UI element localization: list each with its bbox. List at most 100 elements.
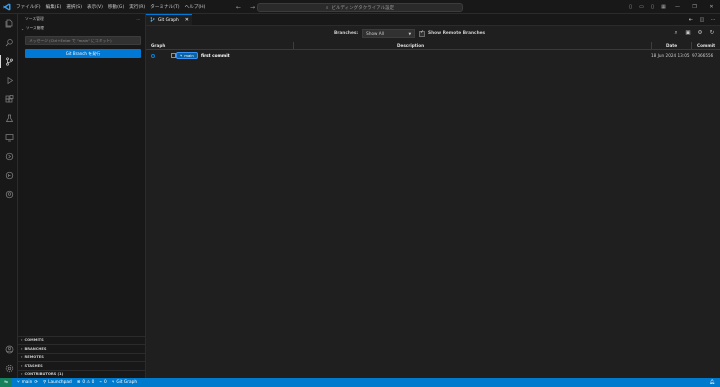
editor-more-icon[interactable]: ···: [709, 17, 717, 23]
activity-bar: [0, 14, 18, 378]
search-activity-icon[interactable]: [0, 33, 18, 52]
chevron-right-icon: ›: [21, 372, 23, 377]
branch-icon: ⑂: [180, 53, 183, 58]
status-git-graph-label: Git Graph: [116, 380, 138, 385]
forward-arrow-icon[interactable]: →: [250, 4, 255, 11]
remote-explorer-icon[interactable]: [0, 128, 18, 147]
commit-hash: 97366556: [692, 53, 714, 58]
menu-go[interactable]: 移動(G): [108, 4, 124, 10]
section-label: REMOTES: [24, 355, 44, 360]
menu-edit[interactable]: 編集(E): [46, 4, 62, 10]
extensions-icon[interactable]: [0, 90, 18, 109]
publish-branch-button[interactable]: Git Branch を発行: [25, 49, 141, 58]
commit-date: 18 Jun 2024 13:05: [651, 53, 690, 58]
commit-message-input[interactable]: メッセージ (Ctrl+Enter で "main" にコミット): [25, 36, 141, 45]
commit-message: first commit: [201, 53, 230, 58]
branches-filter: Branches: Show All ▼: [334, 29, 416, 38]
section-commits[interactable]: › COMMITS: [18, 335, 145, 345]
layout-secondary-icon[interactable]: ▯: [647, 0, 658, 14]
branches-label: Branches:: [334, 31, 359, 36]
section-remotes[interactable]: › REMOTES: [18, 352, 145, 362]
source-control-section-header[interactable]: ⌄ ソース管理: [18, 24, 145, 33]
testing-icon[interactable]: [0, 109, 18, 128]
column-divider[interactable]: [651, 42, 652, 49]
status-launchpad[interactable]: ⚲ Launchpad: [43, 380, 72, 385]
title-bar: ファイル(F) 編集(E) 選択(S) 表示(V) 移動(G) 実行(R) ター…: [0, 0, 720, 14]
search-icon: ⌕: [325, 5, 329, 11]
account-icon[interactable]: [0, 340, 18, 359]
split-editor-icon[interactable]: ◫: [698, 17, 706, 23]
launchpad-icon: ⚲: [42, 380, 47, 385]
commit-row[interactable]: ⑂ main first commit 18 Jun 2024 13:05 97…: [146, 52, 720, 61]
column-commit[interactable]: Commit: [697, 43, 715, 48]
column-divider[interactable]: [691, 42, 692, 49]
search-placeholder: ビルディングタクライアル設定: [331, 5, 395, 11]
open-changes-icon[interactable]: ⇤: [687, 17, 695, 23]
menu-terminal[interactable]: ターミナル(T): [150, 4, 179, 10]
column-divider[interactable]: [293, 42, 294, 49]
section-title: ソース管理: [26, 26, 44, 30]
status-git-graph[interactable]: ⑂ Git Graph: [112, 380, 137, 385]
tab-git-graph[interactable]: Git Graph ✕: [146, 14, 192, 25]
show-remote-branches-toggle[interactable]: ✓ Show Remote Branches: [419, 29, 485, 38]
vscode-logo-icon: [0, 0, 14, 14]
layout-sidebar-icon[interactable]: ▯: [625, 0, 636, 14]
editor-actions: ⇤ ◫ ···: [687, 14, 717, 26]
customize-layout-icon[interactable]: ▦: [658, 0, 669, 14]
command-center-search[interactable]: ⌕ ビルディングタクライアル設定: [257, 3, 463, 12]
github-icon[interactable]: [0, 185, 18, 204]
refresh-icon[interactable]: ↻: [708, 29, 716, 38]
find-icon[interactable]: ⌕: [672, 29, 680, 38]
status-branch[interactable]: ⑂ main ⟳: [17, 380, 38, 385]
chevron-down-icon: ⌄: [21, 26, 25, 31]
checkbox-checked-icon[interactable]: ✓: [419, 30, 425, 37]
remote-indicator-icon[interactable]: ⇋: [0, 378, 12, 387]
section-label: BRANCHES: [24, 346, 47, 351]
close-tab-icon[interactable]: ✕: [185, 17, 189, 23]
column-description[interactable]: Description: [397, 43, 424, 48]
settings-icon[interactable]: ⚙: [696, 29, 704, 38]
notifications-bell-icon[interactable]: 🔔︎: [710, 380, 715, 385]
menu-file[interactable]: ファイル(F): [16, 4, 41, 10]
status-problems[interactable]: ⊗ 0 ⚠ 0: [77, 380, 95, 385]
status-ports-label: 0: [104, 380, 107, 385]
menu-bar: ファイル(F) 編集(E) 選択(S) 表示(V) 移動(G) 実行(R) ター…: [16, 4, 205, 10]
git-graph-icon[interactable]: [0, 166, 18, 185]
terminal-icon[interactable]: ▣: [684, 29, 692, 38]
menu-run[interactable]: 実行(R): [129, 4, 145, 10]
branch-status-icon: ⑂: [17, 380, 20, 385]
minimize-icon[interactable]: —: [669, 0, 686, 14]
branches-dropdown[interactable]: Show All ▼: [362, 29, 416, 38]
show-remote-label: Show Remote Branches: [428, 31, 486, 36]
status-ports[interactable]: ⌁ 0: [99, 380, 106, 385]
menu-view[interactable]: 表示(V): [87, 4, 103, 10]
column-graph[interactable]: Graph: [151, 43, 165, 48]
menu-help[interactable]: ヘルプ(H): [185, 4, 206, 10]
menu-selection[interactable]: 選択(S): [66, 4, 82, 10]
column-date[interactable]: Date: [666, 43, 677, 48]
sync-icon[interactable]: ⟳: [34, 380, 38, 385]
run-debug-icon[interactable]: [0, 71, 18, 90]
window-controls: ▯ ▭ ▯ ▦ — ❐ ✕: [625, 0, 720, 14]
settings-gear-icon[interactable]: [0, 359, 18, 378]
chevron-right-icon: ›: [21, 355, 23, 360]
explorer-icon[interactable]: [0, 14, 18, 33]
source-control-icon[interactable]: [0, 52, 18, 71]
sidebar-title: ソース管理: [25, 16, 44, 21]
chevron-right-icon: ›: [21, 346, 23, 351]
sidebar-header: ソース管理 ···: [18, 14, 145, 24]
section-contributors[interactable]: › CONTRIBUTORS (1): [18, 369, 145, 379]
section-branches[interactable]: › BRANCHES: [18, 344, 145, 353]
gitlens-icon[interactable]: [0, 147, 18, 166]
git-graph-tab-icon: [150, 16, 155, 24]
branch-ref-badge[interactable]: ⑂ main: [176, 52, 198, 59]
git-graph-controls: Branches: Show All ▼ ✓ Show Remote Branc…: [146, 26, 720, 41]
maximize-icon[interactable]: ❐: [686, 0, 703, 14]
close-window-icon[interactable]: ✕: [703, 0, 720, 14]
section-stashes[interactable]: › STASHES: [18, 361, 145, 370]
back-arrow-icon[interactable]: ←: [236, 4, 241, 11]
layout-panel-icon[interactable]: ▭: [636, 0, 647, 14]
branch-ref-label: main: [184, 53, 194, 58]
graph-toolbar: ⌕ ▣ ⚙ ↻: [672, 29, 716, 38]
more-actions-icon[interactable]: ···: [136, 17, 140, 22]
